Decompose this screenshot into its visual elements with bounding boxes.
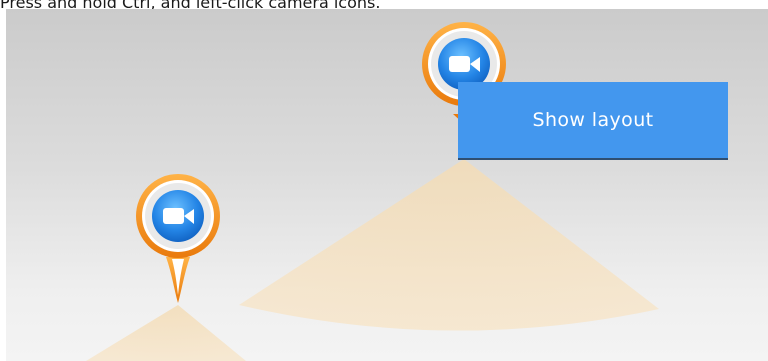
map-canvas[interactable] bbox=[6, 9, 768, 361]
camera-1-view-cone bbox=[239, 159, 659, 331]
camera-marker-2[interactable] bbox=[136, 174, 220, 303]
context-menu-show-layout[interactable]: Show layout bbox=[458, 82, 728, 160]
camera-2-view-cone bbox=[86, 305, 246, 361]
show-layout-label: Show layout bbox=[532, 109, 654, 131]
